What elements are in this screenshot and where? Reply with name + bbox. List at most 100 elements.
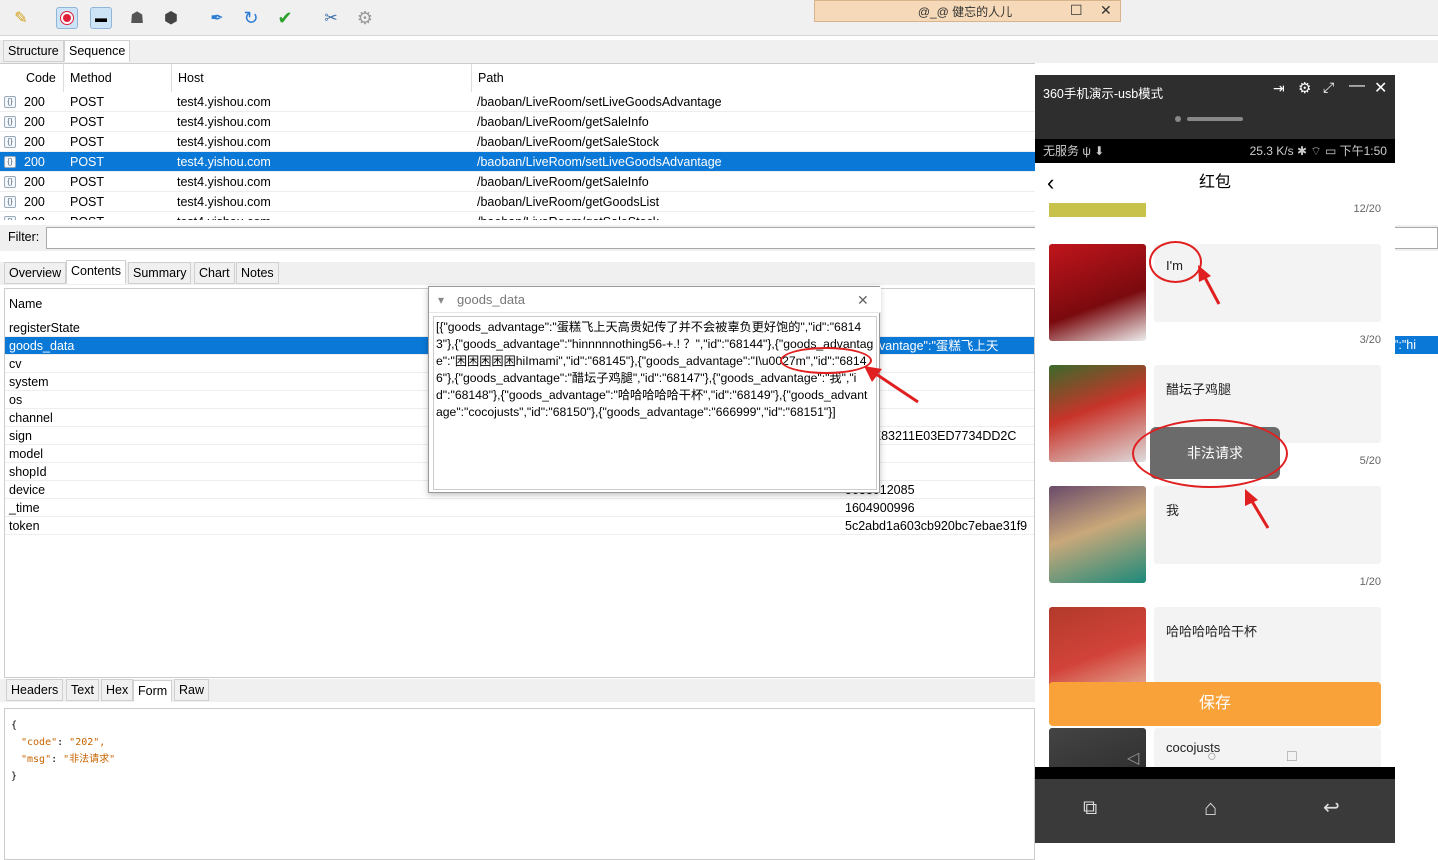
soft-home-icon[interactable]: ○ — [1207, 748, 1217, 766]
session-row[interactable]: {} 200 POST test4.yishou.com/baoban/LiveRoo… — [0, 152, 1035, 172]
json-msg-value: "非法请求" — [63, 754, 116, 765]
session-code: 200 — [24, 155, 45, 169]
status-right: 25.3 K/s ✱ ⌔ ▭ 下午1:50 — [1249, 144, 1387, 158]
session-host: test4.yishou.com — [177, 135, 271, 149]
phone-titlebar[interactable]: 360手机演示-usb模式 ⇥ ⚙ ⤢ — ✕ — [1035, 75, 1395, 139]
column-header-host[interactable]: Host — [172, 64, 472, 92]
fullscreen-icon[interactable]: ⤢ — [1323, 79, 1334, 96]
session-host: test4.yishou.com — [177, 195, 271, 209]
param-name: _time — [9, 501, 40, 515]
recent-apps-icon[interactable]: ⧉ — [1083, 797, 1097, 820]
tab-contents[interactable]: Contents — [66, 260, 127, 284]
session-host: test4.yishou.com — [177, 212, 271, 220]
item-text: 我 — [1166, 503, 1180, 518]
gear-icon[interactable]: ⚙ — [1298, 79, 1311, 97]
item-text: 醋坛子鸡腿 — [1166, 382, 1232, 397]
restore-icon[interactable]: ☐ — [1070, 2, 1083, 19]
column-header-method[interactable]: Method — [64, 64, 172, 92]
tab-structure[interactable]: Structure — [3, 40, 64, 62]
session-row[interactable]: {} 200 POST test4.yishou.com/baoban/LiveRoo… — [0, 172, 1035, 192]
minimize-icon[interactable]: — — [1349, 77, 1365, 95]
session-host: test4.yishou.com — [177, 155, 271, 169]
close-icon[interactable]: ✕ — [1374, 78, 1387, 98]
phone-window-title: 360手机演示-usb模式 — [1043, 87, 1164, 101]
save-button[interactable]: 保存 — [1049, 682, 1381, 726]
param-row[interactable]: _time 1604900996 — [5, 499, 1034, 517]
check-icon[interactable]: ✔ — [274, 7, 296, 29]
session-path: /baoban/LiveRoom/getSaleInfo — [477, 175, 649, 189]
status-left: 无服务 ψ ⬇ — [1043, 144, 1105, 158]
request-type-icon: {} — [4, 156, 16, 168]
tab-sequence[interactable]: Sequence — [64, 40, 131, 62]
prev-thumbnail — [1049, 203, 1146, 217]
ramp-icon[interactable]: ▬ — [90, 7, 112, 29]
session-row[interactable]: {} 200 POST test4.yishou.com/baoban/LiveRoo… — [0, 192, 1035, 212]
session-table: Code Method Host Path {} 200 POST test4.yis… — [0, 63, 1035, 220]
param-value: 1604900996 — [845, 501, 915, 515]
request-type-icon: {} — [4, 216, 16, 220]
request-type-icon: {} — [4, 136, 16, 148]
session-path: /baoban/LiveRoom/getSaleStock — [477, 135, 660, 149]
popup-body: [{"goods_advantage":"蛋糕飞上天高贵妃传了并不会被辜负更好饱… — [433, 316, 877, 490]
tab-chart[interactable]: Chart — [194, 262, 235, 284]
tab-form[interactable]: Form — [133, 680, 173, 702]
item-text-box[interactable]: 哈哈哈哈哈干杯 — [1154, 607, 1381, 685]
json-code-line: "code": "202", — [21, 737, 106, 748]
session-row[interactable]: {} 200 POST test4.yishou.com/baoban/LiveRoo… — [0, 212, 1035, 220]
turtle-icon[interactable]: ☗ — [126, 7, 148, 29]
response-body: { "code": "202", "msg": "非法请求" } — [4, 708, 1035, 860]
refresh-icon[interactable]: ↻ — [240, 7, 262, 29]
json-code-value: "202", — [69, 737, 106, 748]
column-header-code[interactable]: Code — [20, 64, 64, 92]
session-row[interactable]: {} 200 POST test4.yishou.com/baoban/LiveRoo… — [0, 112, 1035, 132]
popup-app-icon: ▾ — [438, 293, 445, 307]
popup-close-icon[interactable]: ✕ — [857, 287, 869, 313]
back-icon[interactable]: ‹ — [1047, 163, 1054, 203]
tab-overview[interactable]: Overview — [4, 262, 67, 284]
clear-icon[interactable]: ✎ — [10, 7, 32, 29]
session-code: 200 — [24, 212, 45, 220]
tab-summary[interactable]: Summary — [128, 262, 192, 284]
annotation-arrow — [1245, 489, 1270, 529]
param-name: shopId — [9, 465, 47, 479]
soft-recent-icon[interactable]: □ — [1287, 748, 1297, 766]
list-item[interactable]: 我 1/20 — [1049, 486, 1381, 588]
close-icon[interactable]: ✕ — [1100, 2, 1112, 19]
tab-headers[interactable]: Headers — [6, 679, 64, 701]
item-text-box[interactable]: cocojusts — [1154, 728, 1381, 767]
popup-title: goods_data — [457, 292, 525, 307]
request-type-icon: {} — [4, 196, 16, 208]
page-dot — [1175, 116, 1181, 122]
phone-navbar: ⧉ ⌂ ↩ — [1035, 779, 1395, 843]
pin-icon[interactable]: ⇥ — [1273, 80, 1285, 97]
popup-titlebar[interactable]: ▾ goods_data ✕ — [429, 287, 881, 313]
edit-icon[interactable]: ✒ — [206, 7, 228, 29]
tools-icon[interactable]: ✂ — [320, 7, 342, 29]
column-header-path[interactable]: Path — [472, 64, 1035, 92]
response-tabbar: Headers Text Hex Form Raw — [0, 679, 1035, 702]
tab-text[interactable]: Text — [66, 679, 99, 701]
settings-icon[interactable]: ⚙ — [354, 7, 376, 29]
status-bar: 无服务 ψ ⬇ 25.3 K/s ✱ ⌔ ▭ 下午1:50 — [1035, 139, 1395, 163]
item-thumbnail — [1049, 486, 1146, 583]
tab-notes[interactable]: Notes — [236, 262, 279, 284]
request-type-icon: {} — [4, 96, 16, 108]
record-icon[interactable] — [56, 7, 78, 29]
home-icon[interactable]: ⌂ — [1204, 795, 1217, 821]
stop-icon[interactable]: ⬢ — [160, 7, 182, 29]
top-tabbar: Structure Sequence — [0, 40, 1438, 63]
session-path: /baoban/LiveRoom/setLiveGoodsAdvantage — [477, 95, 722, 109]
session-row[interactable]: {} 200 POST test4.yishou.com/baoban/LiveRoo… — [0, 92, 1035, 112]
item-thumbnail — [1049, 365, 1146, 462]
param-row[interactable]: token 5c2abd1a603cb920bc7ebae31f9 — [5, 517, 1034, 535]
column-header-name[interactable]: Name — [9, 297, 42, 311]
tab-raw[interactable]: Raw — [174, 679, 210, 701]
app-header: ‹ 红包 — [1035, 163, 1395, 203]
soft-back-icon[interactable]: ◁ — [1127, 748, 1139, 767]
session-row[interactable]: {} 200 POST test4.yishou.com/baoban/LiveRoo… — [0, 132, 1035, 152]
floating-window-titlebar[interactable]: @_@ 健忘的人儿 ☐ ✕ — [814, 0, 1121, 22]
session-host: test4.yishou.com — [177, 175, 271, 189]
return-icon[interactable]: ↩ — [1323, 795, 1340, 820]
goods-data-popup: ▾ goods_data ✕ [{"goods_advantage":"蛋糕飞上… — [428, 286, 881, 493]
tab-hex[interactable]: Hex — [101, 679, 134, 701]
